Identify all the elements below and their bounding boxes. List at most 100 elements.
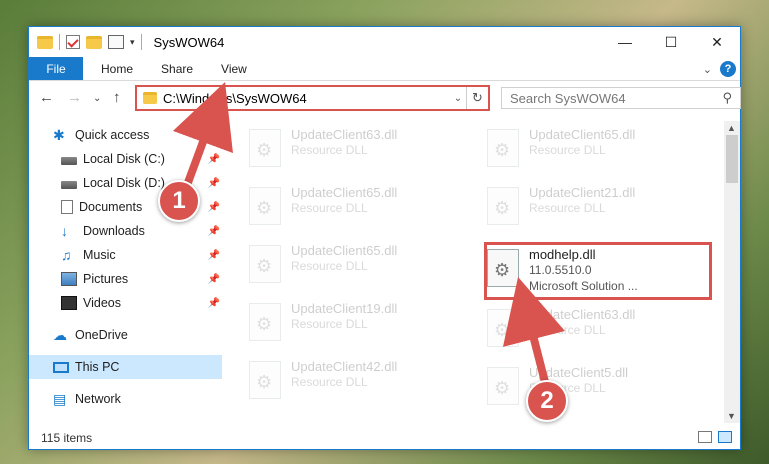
scroll-thumb[interactable]: [726, 135, 738, 183]
dll-file-icon: [487, 367, 519, 405]
ribbon-right-controls: ⌄ ?: [703, 61, 736, 77]
recent-locations-chevron-icon[interactable]: ⌄: [93, 93, 101, 104]
file-type: Resource DLL: [529, 323, 606, 337]
sidebar-item-onedrive[interactable]: ☁ OneDrive: [29, 323, 222, 347]
toolbar-separator: [140, 34, 142, 50]
pin-icon[interactable]: 📌: [208, 154, 220, 165]
videos-icon: [61, 296, 77, 310]
file-type: Resource DLL: [291, 201, 368, 215]
sidebar-item-label: Network: [75, 392, 121, 406]
file-type: Resource DLL: [291, 143, 368, 157]
status-bar: 115 items: [29, 427, 740, 449]
expand-ribbon-chevron-icon[interactable]: ⌄: [703, 63, 712, 76]
pictures-icon: [61, 272, 77, 286]
file-name: UpdateClient63.dll: [291, 127, 398, 142]
file-name: UpdateClient42.dll: [291, 359, 398, 374]
search-input[interactable]: Search SysWOW64 ⚲: [501, 87, 741, 109]
view-toggle: [698, 431, 732, 443]
file-item[interactable]: UpdateClient65.dll Resource DLL: [243, 181, 473, 237]
pin-icon[interactable]: 📌: [208, 226, 220, 237]
folder-icon: [37, 35, 53, 49]
pin-icon[interactable]: 📌: [208, 178, 220, 189]
help-icon[interactable]: ?: [720, 61, 736, 77]
forward-arrow-icon[interactable]: →: [67, 89, 82, 106]
file-item[interactable]: UpdateClient63.dll Resource DLL: [481, 303, 711, 359]
file-type: Resource DLL: [291, 259, 368, 273]
sidebar-item-label: OneDrive: [75, 328, 128, 342]
music-icon: ♫: [61, 247, 72, 263]
window-controls: — ☐ ✕: [602, 27, 740, 57]
navigation-bar: ← → ⌄ ↑ C:\Windows\SysWOW64 ⌄ ↻ Search S…: [29, 85, 741, 113]
minimize-button[interactable]: —: [602, 27, 648, 57]
refresh-icon[interactable]: ↻: [466, 87, 488, 109]
dll-file-icon: [487, 187, 519, 225]
tab-view[interactable]: View: [207, 57, 261, 80]
sidebar-item-label: Pictures: [83, 272, 129, 286]
search-icon[interactable]: ⚲: [722, 90, 732, 106]
file-item[interactable]: UpdateClient63.dll Resource DLL: [243, 123, 473, 179]
toolbar-separator: [59, 34, 60, 50]
callout-badge-2: 2: [526, 380, 568, 422]
address-path[interactable]: C:\Windows\SysWOW64: [163, 91, 450, 106]
dll-file-icon: [249, 245, 281, 283]
scroll-up-arrow-icon[interactable]: ▲: [727, 123, 736, 133]
up-arrow-icon[interactable]: ↑: [113, 89, 121, 106]
sidebar-item-pictures[interactable]: Pictures 📌: [29, 267, 222, 291]
sidebar-item-local-disk-c[interactable]: Local Disk (C:) 📌: [29, 147, 222, 171]
close-button[interactable]: ✕: [694, 27, 740, 57]
sidebar-item-music[interactable]: ♫ Music 📌: [29, 243, 222, 267]
file-type: Resource DLL: [291, 375, 368, 389]
sidebar-item-label: Downloads: [83, 224, 145, 238]
sidebar-item-this-pc[interactable]: This PC: [29, 355, 222, 379]
file-item[interactable]: UpdateClient21.dll Resource DLL: [481, 181, 711, 237]
tab-home[interactable]: Home: [83, 57, 147, 80]
folder-icon: [143, 92, 157, 104]
tab-file[interactable]: File: [29, 57, 83, 80]
sidebar-item-label: Quick access: [75, 128, 150, 142]
properties-check-icon[interactable]: [66, 35, 80, 49]
details-view-icon[interactable]: [698, 431, 712, 443]
quick-access-toolbar: ▾: [37, 34, 142, 50]
large-icons-view-icon[interactable]: [718, 431, 732, 443]
ribbon-tabs: File Home Share View ⌄ ?: [29, 57, 740, 81]
dll-file-icon: [249, 129, 281, 167]
star-icon: ✱: [53, 127, 65, 143]
file-name: UpdateClient21.dll: [529, 185, 636, 200]
pin-icon[interactable]: 📌: [208, 274, 220, 285]
pin-icon[interactable]: 📌: [208, 202, 220, 213]
document-icon: [61, 200, 73, 214]
scroll-down-arrow-icon[interactable]: ▼: [727, 411, 736, 421]
dll-file-icon: [487, 129, 519, 167]
file-item[interactable]: UpdateClient5.dll Resource DLL: [481, 361, 711, 417]
item-count: 115 items: [41, 431, 93, 445]
file-item[interactable]: UpdateClient65.dll Resource DLL: [243, 239, 473, 295]
file-item[interactable]: UpdateClient19.dll Resource DLL: [243, 297, 473, 353]
maximize-button[interactable]: ☐: [648, 27, 694, 57]
back-arrow-icon[interactable]: ←: [39, 89, 54, 106]
sidebar-item-videos[interactable]: Videos 📌: [29, 291, 222, 315]
file-name: UpdateClient63.dll: [529, 307, 636, 322]
pin-icon[interactable]: 📌: [208, 298, 220, 309]
callout-badge-1: 1: [158, 180, 200, 222]
sidebar-item-downloads[interactable]: ↓ Downloads 📌: [29, 219, 222, 243]
file-type: Resource DLL: [291, 317, 368, 331]
properties-icon[interactable]: [108, 35, 124, 49]
file-item[interactable]: UpdateClient65.dll Resource DLL: [481, 123, 711, 179]
file-name: UpdateClient65.dll: [291, 185, 398, 200]
sidebar-item-label: Local Disk (C:): [83, 152, 165, 166]
file-item[interactable]: UpdateClient42.dll Resource DLL: [243, 355, 473, 411]
pin-icon[interactable]: 📌: [208, 250, 220, 261]
file-type: Resource DLL: [529, 143, 606, 157]
sidebar-item-label: Music: [83, 248, 116, 262]
title-bar: ▾ SysWOW64 — ☐ ✕: [29, 27, 740, 57]
customize-toolbar-dropdown[interactable]: ▾: [130, 37, 135, 48]
address-dropdown-chevron-icon[interactable]: ⌄: [450, 93, 466, 104]
sidebar-item-network[interactable]: ▤ Network: [29, 387, 222, 411]
tab-share[interactable]: Share: [147, 57, 207, 80]
new-folder-icon[interactable]: [86, 35, 102, 49]
address-bar[interactable]: C:\Windows\SysWOW64 ⌄ ↻: [135, 85, 490, 111]
sidebar-item-quick-access[interactable]: ✱ Quick access: [29, 123, 222, 147]
disk-icon: [61, 180, 77, 189]
disk-icon: [61, 156, 77, 165]
vertical-scrollbar[interactable]: ▲ ▼: [724, 121, 740, 423]
